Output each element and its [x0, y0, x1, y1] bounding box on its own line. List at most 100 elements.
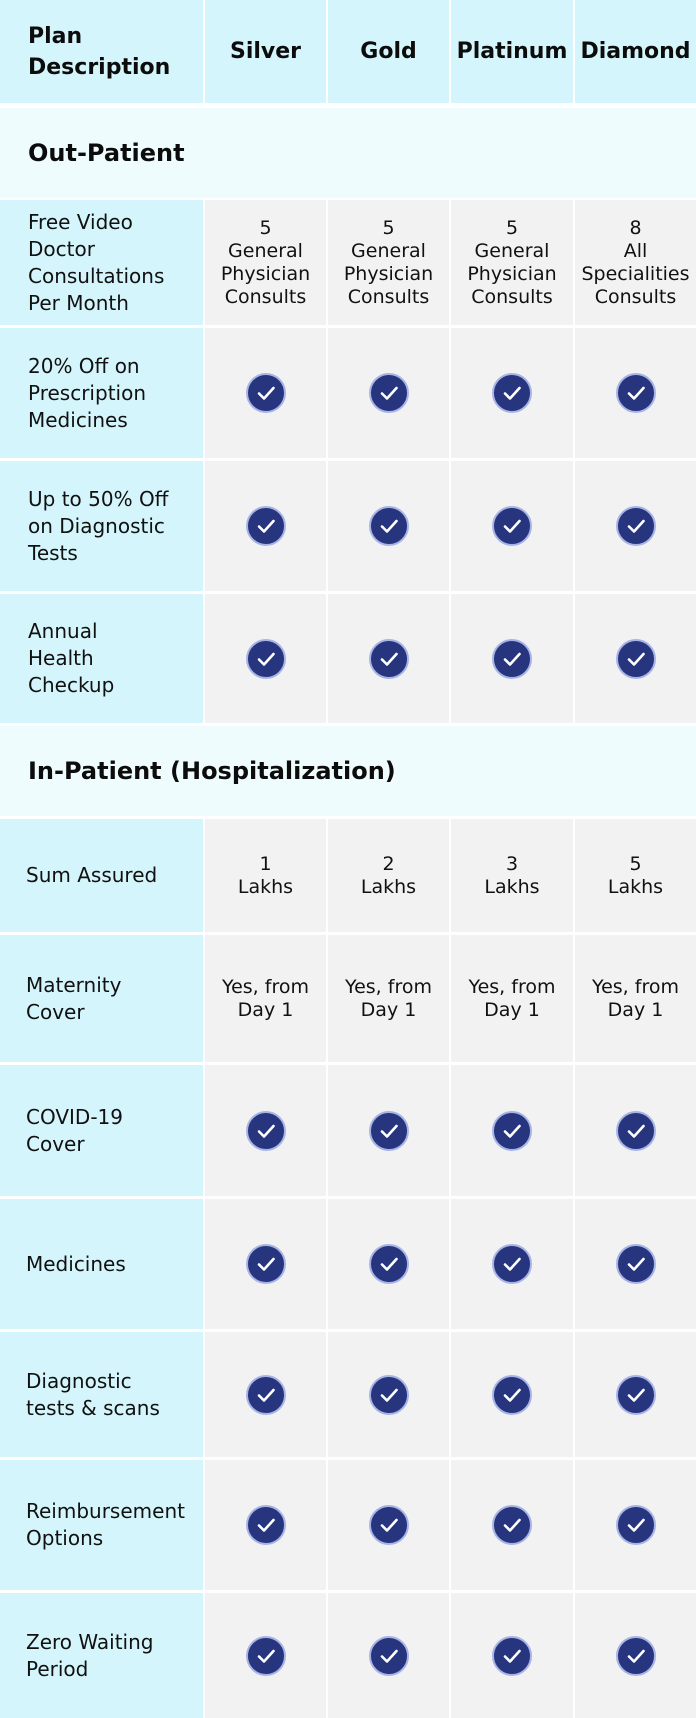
- cell-annual-health-checkup-gold: [328, 594, 449, 723]
- check-circle-icon: [492, 373, 532, 413]
- cell-value: 2 Lakhs: [360, 852, 417, 898]
- cell-diagnostic-discount-platinum: [451, 461, 573, 591]
- cell-value: Yes, from Day 1: [592, 975, 679, 1021]
- cell-zero-waiting-period-silver: [205, 1593, 326, 1718]
- check-circle-icon: [368, 1505, 409, 1545]
- cell-medicines-silver: [205, 1199, 326, 1329]
- cell-value: 5 General Physician Consults: [343, 216, 434, 308]
- cell-medicines-platinum: [451, 1199, 573, 1329]
- row-label-diagnostic-discount: Up to 50% Off on Diagnostic Tests: [0, 461, 203, 591]
- cell-sum-assured-platinum: 3 Lakhs: [451, 819, 573, 932]
- check-circle-icon: [492, 506, 532, 546]
- check-circle-icon: [615, 1374, 656, 1415]
- row-label-reimbursement-options: Reimbursement Options: [0, 1460, 203, 1590]
- cell-diagnostic-tests-scans-platinum: [451, 1332, 573, 1457]
- cell-reimbursement-options-diamond: [575, 1460, 696, 1590]
- cell-value: 1 Lakhs: [237, 852, 294, 898]
- check-circle-icon: [368, 1374, 409, 1415]
- cell-medicines-gold: [328, 1199, 449, 1329]
- check-circle-icon: [368, 506, 409, 546]
- check-circle-icon: [368, 1110, 409, 1151]
- cell-free-video-consultations-silver: 5 General Physician Consults: [205, 200, 326, 325]
- header-plan-silver: Silver: [205, 0, 326, 103]
- check-circle-icon: [492, 1505, 532, 1545]
- cell-value: 8 All Specialities Consults: [581, 216, 690, 308]
- row-label-medicines: Medicines: [0, 1199, 203, 1329]
- section-inpatient: In-Patient (Hospitalization): [0, 726, 696, 816]
- cell-value: 3 Lakhs: [484, 852, 540, 898]
- cell-prescription-discount-diamond: [575, 328, 696, 458]
- cell-prescription-discount-gold: [328, 328, 449, 458]
- cell-value: 5 General Physician Consults: [467, 216, 557, 308]
- cell-prescription-discount-silver: [205, 328, 326, 458]
- cell-covid-cover-platinum: [451, 1065, 573, 1196]
- cell-value: Yes, from Day 1: [468, 975, 556, 1021]
- cell-sum-assured-silver: 1 Lakhs: [205, 819, 326, 932]
- check-circle-icon: [615, 638, 656, 679]
- row-label-zero-waiting-period: Zero Waiting Period: [0, 1593, 203, 1718]
- cell-reimbursement-options-silver: [205, 1460, 326, 1590]
- section-outpatient: Out-Patient: [0, 108, 696, 198]
- cell-medicines-diamond: [575, 1199, 696, 1329]
- check-circle-icon: [492, 1635, 532, 1676]
- check-circle-icon: [368, 373, 409, 413]
- cell-value: 5 General Physician Consults: [220, 216, 311, 308]
- check-circle-icon: [245, 506, 286, 546]
- check-circle-icon: [615, 1244, 656, 1284]
- header-plan-description: Plan Description: [0, 0, 203, 103]
- cell-zero-waiting-period-platinum: [451, 1593, 573, 1718]
- cell-diagnostic-tests-scans-diamond: [575, 1332, 696, 1457]
- check-circle-icon: [615, 373, 656, 413]
- check-circle-icon: [492, 1244, 532, 1284]
- check-circle-icon: [245, 1110, 286, 1151]
- row-label-covid-cover: COVID-19 Cover: [0, 1065, 203, 1196]
- cell-diagnostic-discount-diamond: [575, 461, 696, 591]
- header-plan-platinum: Platinum: [451, 0, 573, 103]
- cell-sum-assured-diamond: 5 Lakhs: [575, 819, 696, 932]
- row-label-maternity-cover: Maternity Cover: [0, 935, 203, 1062]
- check-circle-icon: [245, 1374, 286, 1415]
- cell-diagnostic-discount-gold: [328, 461, 449, 591]
- row-label-free-video-consultations: Free Video Doctor Consultations Per Mont…: [0, 200, 203, 325]
- cell-annual-health-checkup-diamond: [575, 594, 696, 723]
- check-circle-icon: [492, 638, 532, 679]
- cell-reimbursement-options-gold: [328, 1460, 449, 1590]
- cell-annual-health-checkup-silver: [205, 594, 326, 723]
- cell-prescription-discount-platinum: [451, 328, 573, 458]
- row-label-diagnostic-tests-scans: Diagnostic tests & scans: [0, 1332, 203, 1457]
- cell-zero-waiting-period-diamond: [575, 1593, 696, 1718]
- check-circle-icon: [615, 1110, 656, 1151]
- cell-value: Yes, from Day 1: [345, 975, 432, 1021]
- check-circle-icon: [615, 1505, 656, 1545]
- check-circle-icon: [245, 1635, 286, 1676]
- check-circle-icon: [615, 1635, 656, 1676]
- row-label-annual-health-checkup: Annual Health Checkup: [0, 594, 203, 723]
- cell-free-video-consultations-platinum: 5 General Physician Consults: [451, 200, 573, 325]
- cell-covid-cover-silver: [205, 1065, 326, 1196]
- row-label-prescription-discount: 20% Off on Prescription Medicines: [0, 328, 203, 458]
- cell-annual-health-checkup-platinum: [451, 594, 573, 723]
- cell-maternity-cover-silver: Yes, from Day 1: [205, 935, 326, 1062]
- check-circle-icon: [368, 1635, 409, 1676]
- check-circle-icon: [492, 1374, 532, 1415]
- header-plan-diamond: Diamond: [575, 0, 696, 103]
- check-circle-icon: [245, 638, 286, 679]
- cell-reimbursement-options-platinum: [451, 1460, 573, 1590]
- cell-covid-cover-gold: [328, 1065, 449, 1196]
- cell-covid-cover-diamond: [575, 1065, 696, 1196]
- cell-maternity-cover-diamond: Yes, from Day 1: [575, 935, 696, 1062]
- cell-zero-waiting-period-gold: [328, 1593, 449, 1718]
- cell-maternity-cover-gold: Yes, from Day 1: [328, 935, 449, 1062]
- cell-diagnostic-discount-silver: [205, 461, 326, 591]
- cell-free-video-consultations-diamond: 8 All Specialities Consults: [575, 200, 696, 325]
- check-circle-icon: [492, 1110, 532, 1151]
- check-circle-icon: [245, 1244, 286, 1284]
- check-circle-icon: [245, 373, 286, 413]
- cell-free-video-consultations-gold: 5 General Physician Consults: [328, 200, 449, 325]
- check-circle-icon: [245, 1505, 286, 1545]
- cell-diagnostic-tests-scans-silver: [205, 1332, 326, 1457]
- cell-diagnostic-tests-scans-gold: [328, 1332, 449, 1457]
- cell-maternity-cover-platinum: Yes, from Day 1: [451, 935, 573, 1062]
- cell-value: Yes, from Day 1: [222, 975, 309, 1021]
- header-plan-gold: Gold: [328, 0, 449, 103]
